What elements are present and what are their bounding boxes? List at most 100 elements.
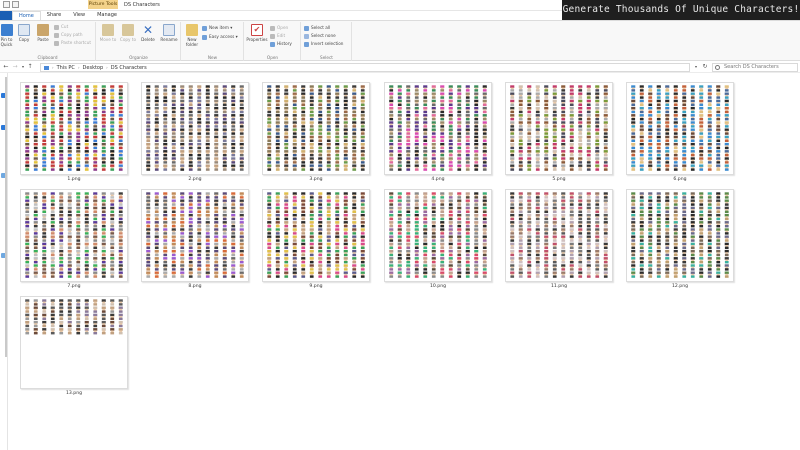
cut-button[interactable]: Cut [54,24,68,30]
breadcrumb-this-pc[interactable]: This PC [57,65,75,71]
file-item[interactable]: 8.png [141,189,249,289]
character-sprite [76,135,81,142]
down-arrow-icon[interactable] [12,1,19,8]
character-sprite [707,228,712,235]
character-sprite [414,249,419,257]
up-arrow-icon[interactable]: ↑ [26,63,34,71]
file-item[interactable]: 6.png [626,82,734,182]
character-sprite [118,121,123,128]
character-sprite [690,242,695,249]
character-sprite [59,206,64,213]
rename-button[interactable]: Rename [159,24,179,42]
tab-manage[interactable]: Manage [91,11,123,20]
paste-button[interactable]: Paste [35,24,51,42]
character-sprite [205,142,210,150]
breadcrumb-desktop[interactable]: Desktop [83,65,104,71]
character-sprite [231,249,236,257]
edit-button[interactable]: Edit [270,33,285,39]
copy-path-button[interactable]: Copy path [54,32,82,38]
character-sprite [25,114,30,121]
invert-selection-button[interactable]: Invert selection [304,41,343,47]
character-sprite [440,242,445,249]
character-sprite [707,221,712,228]
character-sprite [518,199,523,206]
new-item-button[interactable]: New item ▾ [202,25,232,31]
character-sprite [448,192,453,199]
paste-shortcut-button[interactable]: Paste shortcut [54,40,91,46]
history-button[interactable]: History [270,41,292,47]
character-sprite [510,264,515,271]
select-all-button[interactable]: Select all [304,25,330,31]
character-sprite [188,142,193,150]
character-sprite [569,114,574,121]
file-item[interactable]: 4.png [384,82,492,182]
character-sprite [84,142,89,150]
tab-view[interactable]: View [67,11,91,20]
file-item[interactable]: 12.png [626,189,734,289]
character-sprite [275,142,280,150]
character-sprite [33,306,38,313]
file-item[interactable]: 2.png [141,82,249,182]
new-folder-button[interactable]: New folder [184,24,200,47]
context-tab-picture-tools[interactable]: Picture Tools [88,0,118,9]
character-sprite [84,313,89,320]
search-input[interactable]: Search DS Characters [712,63,798,72]
folder-icon[interactable] [3,1,10,8]
file-item[interactable]: 7.png [20,189,128,289]
breadcrumb-ds-characters[interactable]: DS Characters [111,65,147,71]
address-dropdown-icon[interactable]: ▾ [692,63,700,71]
character-sprite [292,249,297,257]
character-sprite [423,192,428,199]
character-sprite [431,235,436,242]
character-sprite [42,192,47,199]
copy-button[interactable]: Copy [16,24,32,42]
tab-home[interactable]: Home [12,11,41,20]
character-sprite [440,157,445,164]
character-sprite [352,221,357,228]
character-sprite [527,228,532,235]
refresh-icon[interactable]: ↻ [701,63,709,71]
copy-to-button[interactable]: Copy to [119,24,137,42]
navigation-scrollbar[interactable] [5,77,7,357]
character-sprite [431,135,436,142]
file-item[interactable]: 13.png [20,296,128,396]
character-sprite [724,157,729,164]
easy-access-button[interactable]: Easy access ▾ [202,34,238,40]
file-item[interactable]: 3.png [262,82,370,182]
character-sprite [665,242,670,249]
move-to-button[interactable]: Move to [99,24,117,42]
select-none-button[interactable]: Select none [304,33,336,39]
file-item[interactable]: 5.png [505,82,613,182]
tab-file[interactable] [0,11,12,20]
character-sprite [180,228,185,235]
delete-button[interactable]: ✕ Delete [139,24,157,42]
file-item[interactable]: 9.png [262,189,370,289]
character-sprite [561,228,566,235]
character-sprite [205,99,210,106]
address-bar[interactable]: › This PC › Desktop › DS Characters [40,63,690,72]
properties-button[interactable]: ✔ Properties [246,24,268,42]
open-button[interactable]: Open [270,25,288,31]
character-sprite [146,221,151,228]
character-sprite [389,92,394,99]
file-item[interactable]: 11.png [505,189,613,289]
character-sprite [101,192,106,199]
back-arrow-icon[interactable]: ← [2,63,10,71]
character-sprite [518,85,523,92]
character-sprite [482,85,487,92]
forward-arrow-icon[interactable]: → [11,63,19,71]
character-sprite [631,199,636,206]
navigation-pane[interactable] [0,73,8,450]
tab-share[interactable]: Share [41,11,67,20]
ribbon-group-open: ✔ Properties Open Edit History Open [245,22,301,61]
file-name: 7.png [67,284,81,289]
character-sprite [301,99,306,106]
file-item[interactable]: 1.png [20,82,128,182]
character-sprite [50,249,55,257]
file-item[interactable]: 10.png [384,189,492,289]
pin-quick-access-button[interactable]: Pin to Quick access [0,24,13,47]
character-sprite [292,235,297,242]
character-sprite [76,99,81,106]
character-sprite [474,164,479,171]
character-sprite [360,249,365,257]
